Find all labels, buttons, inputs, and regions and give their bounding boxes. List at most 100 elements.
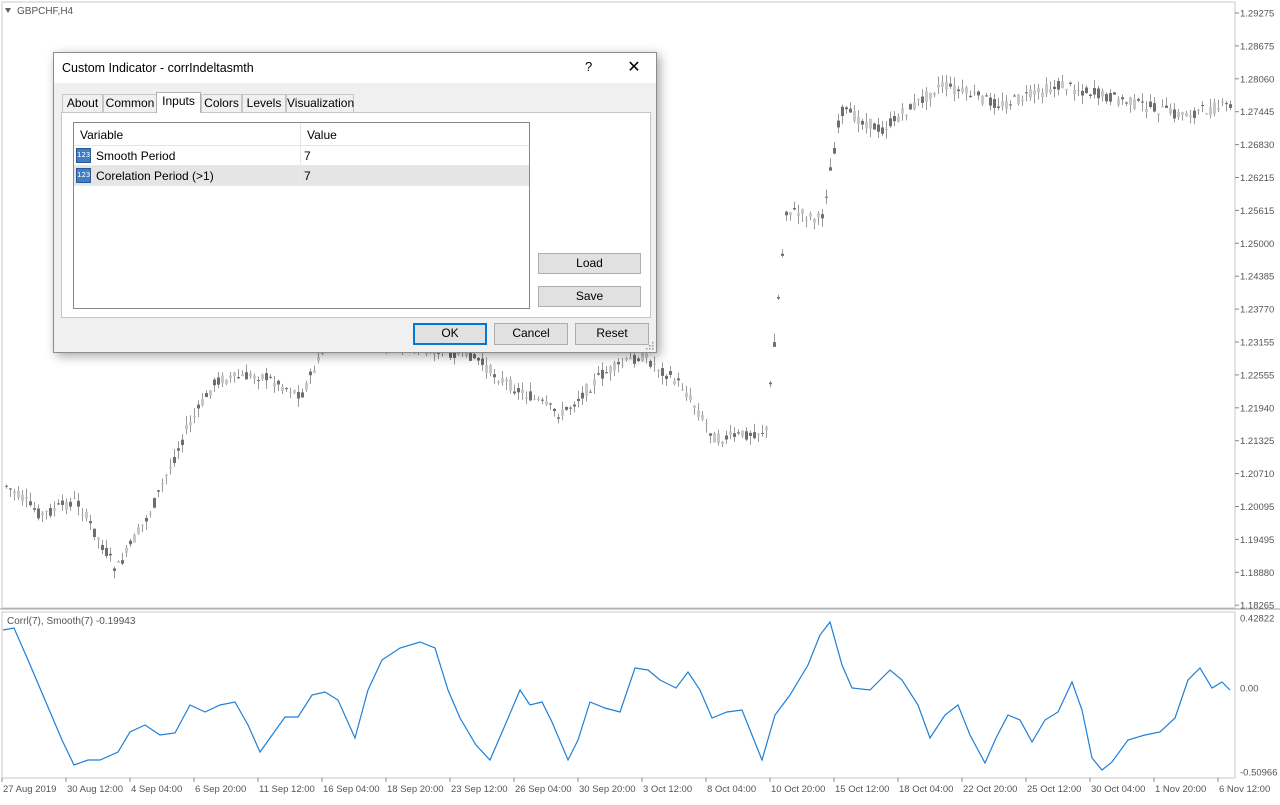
candle-body [57,503,60,505]
candle-body [29,501,32,506]
resize-grip-icon[interactable] [646,342,654,350]
save-button[interactable]: Save [538,286,641,307]
close-button[interactable]: ✕ [620,57,648,79]
candle-body [577,398,580,402]
candle-body [209,390,212,396]
candle-body [601,369,604,379]
candle-body [609,366,612,374]
candle-body [1001,101,1004,107]
candle-body [841,106,844,117]
candle-body [741,430,744,437]
candle-body [497,382,500,384]
candle-body [965,87,968,94]
price-label: 1.21940 [1240,403,1274,414]
candle-body [689,395,692,400]
candle-body [581,392,584,399]
candle-body [677,378,680,381]
candle-body [573,404,576,407]
time-label: 30 Oct 04:00 [1091,784,1145,795]
candle-body [993,99,996,108]
candle-body [909,104,912,110]
candle-body [1173,109,1176,119]
time-label: 30 Aug 12:00 [67,784,123,795]
price-label: 1.27445 [1240,107,1274,118]
candle-body [157,490,160,492]
candle-body [73,497,76,499]
candle-body [733,433,736,437]
candle-body [1005,101,1008,109]
candle-body [637,358,640,361]
input-row-corelation-period[interactable]: 123 Corelation Period (>1) 7 [74,166,529,186]
tab-common[interactable]: Common [103,94,157,112]
candle-body [973,92,976,94]
column-variable[interactable]: Variable [80,128,123,142]
candle-body [533,398,536,400]
candle-body [265,373,268,381]
candle-body [1213,102,1216,114]
candle-body [837,120,840,128]
tab-levels[interactable]: Levels [242,94,286,112]
param-value[interactable]: 7 [304,149,311,163]
candle-body [1161,106,1164,108]
price-label: 1.20095 [1240,502,1274,513]
candle-body [621,364,624,366]
candle-body [549,403,552,405]
candle-body [5,485,8,487]
inputs-grid[interactable]: Variable Value 123 Smooth Period 7 123 C… [73,122,530,309]
candle-body [69,501,72,507]
candle-body [205,393,208,397]
candle-body [829,167,832,171]
candle-body [773,342,776,347]
candle-body [589,391,592,393]
load-button[interactable]: Load [538,253,641,274]
candle-body [981,96,984,105]
price-label: 1.28060 [1240,74,1274,85]
param-value[interactable]: 7 [304,169,311,183]
ok-button[interactable]: OK [413,323,487,345]
reset-button[interactable]: Reset [575,323,649,345]
candle-body [221,375,224,384]
candle-body [685,392,688,398]
candle-body [1165,105,1168,108]
dialog-titlebar[interactable]: Custom Indicator - corrIndeltasmth ? ✕ [54,53,656,83]
help-button[interactable]: ? [585,59,592,74]
param-name: Smooth Period [96,149,176,163]
candle-body [705,423,708,425]
candle-body [661,368,664,376]
candle-body [597,373,600,375]
candle-body [161,483,164,485]
input-row-smooth-period[interactable]: 123 Smooth Period 7 [74,146,529,166]
candle-body [765,426,768,431]
column-value[interactable]: Value [307,128,337,142]
candle-body [109,553,112,556]
candle-body [89,521,92,524]
candle-body [141,524,144,526]
candle-body [137,527,140,534]
tab-about[interactable]: About [62,94,103,112]
time-axis: 27 Aug 2019 30 Aug 12:00 4 Sep 04:00 6 Sep … [1,778,1270,795]
tab-inputs[interactable]: Inputs [156,92,201,113]
candle-body [585,384,588,396]
cancel-button[interactable]: Cancel [494,323,568,345]
candle-body [873,123,876,130]
candle-body [1041,92,1044,97]
candle-body [129,540,132,545]
candle-body [1101,90,1104,97]
candle-body [1057,81,1060,90]
candle-body [241,373,244,376]
candle-body [37,508,40,519]
candle-body [945,81,948,90]
tab-colors[interactable]: Colors [201,94,242,112]
column-separator[interactable] [300,123,301,145]
candle-body [925,91,928,102]
inputs-panel: Variable Value 123 Smooth Period 7 123 C… [61,112,651,318]
candle-body [1073,90,1076,95]
candle-body [501,378,504,383]
candle-body [825,196,828,198]
candle-body [1025,92,1028,94]
candle-body [1137,98,1140,101]
candle-body [269,376,272,378]
time-label: 27 Aug 2019 [3,784,56,795]
tab-visualization[interactable]: Visualization [286,94,354,112]
candle-body [273,382,276,387]
